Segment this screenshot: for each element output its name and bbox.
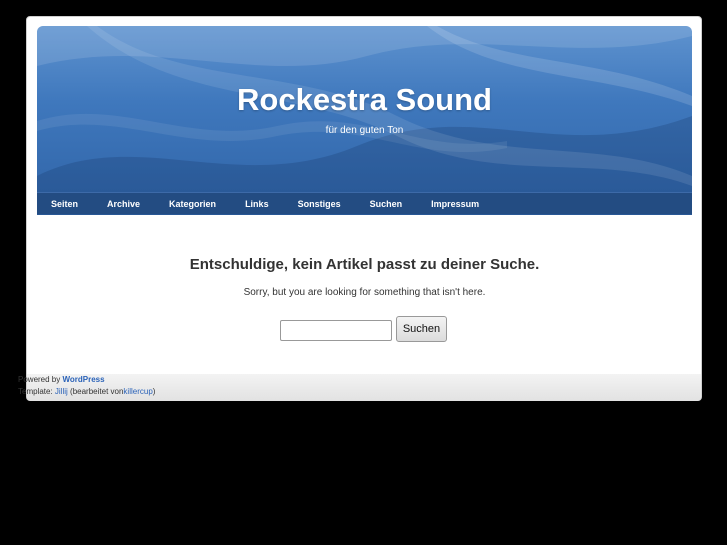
page-container: Rockestra Sound für den guten Ton Seiten… <box>26 16 702 401</box>
site-header: Rockestra Sound für den guten Ton <box>37 26 692 215</box>
nav-item-archive[interactable]: Archive <box>107 199 140 209</box>
wordpress-link[interactable]: WordPress <box>62 375 104 384</box>
template-label: Template: <box>18 387 53 396</box>
template-line: Template: Jillij (bearbeitet vonkillercu… <box>18 386 155 398</box>
edited-by-label: (bearbeitet von <box>70 387 124 396</box>
search-input[interactable] <box>280 320 392 341</box>
nav-item-sonstiges[interactable]: Sonstiges <box>298 199 341 209</box>
nav-item-seiten[interactable]: Seiten <box>51 199 78 209</box>
main-content: Entschuldige, kein Artikel passt zu dein… <box>37 214 692 374</box>
edited-by-suffix: ) <box>152 387 156 396</box>
header-wave-background <box>37 26 692 215</box>
powered-by-line: Powered by WordPress <box>18 374 155 386</box>
nav-item-suchen[interactable]: Suchen <box>370 199 403 209</box>
site-title[interactable]: Rockestra Sound <box>37 82 692 118</box>
site-footer: Powered by WordPress Template: Jillij (b… <box>18 374 155 398</box>
nav-item-impressum[interactable]: Impressum <box>431 199 479 209</box>
search-button[interactable]: Suchen <box>396 316 447 342</box>
template-link[interactable]: Jillij <box>55 387 68 396</box>
nav-item-links[interactable]: Links <box>245 199 269 209</box>
powered-by-label: Powered by <box>18 375 61 384</box>
site-tagline: für den guten Ton <box>325 125 404 136</box>
not-found-heading: Entschuldige, kein Artikel passt zu dein… <box>189 256 540 273</box>
editor-link[interactable]: killercup <box>123 387 152 396</box>
main-navigation: Seiten Archive Kategorien Links Sonstige… <box>37 192 692 214</box>
not-found-message: Sorry, but you are looking for something… <box>243 287 486 298</box>
nav-item-kategorien[interactable]: Kategorien <box>169 199 216 209</box>
